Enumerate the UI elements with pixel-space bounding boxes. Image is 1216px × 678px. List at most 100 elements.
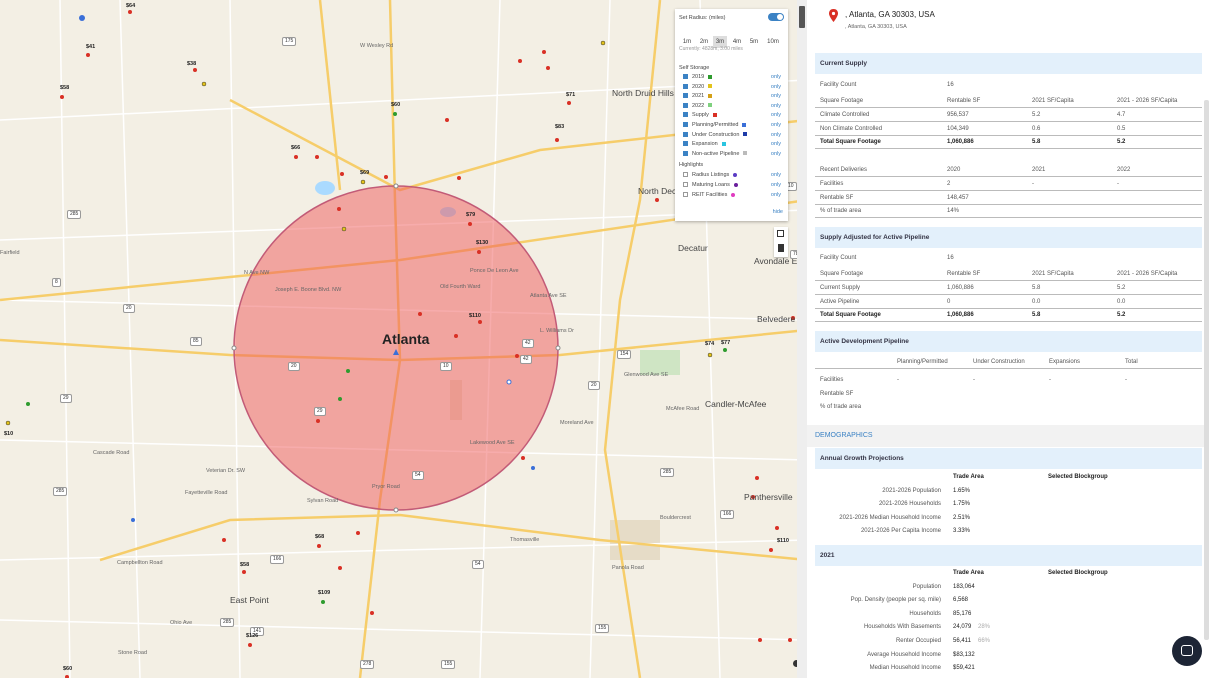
- self-storage-title: Self Storage: [679, 65, 710, 71]
- map[interactable]: Atlanta North Druid Hills North Decat De…: [0, 0, 807, 678]
- price-label: $74: [705, 341, 715, 347]
- checkbox[interactable]: [683, 112, 688, 118]
- self-storage-filter[interactable]: Supply only: [683, 111, 785, 120]
- draw-shape-icon[interactable]: [777, 230, 784, 237]
- self-storage-filter[interactable]: Expansion only: [683, 140, 785, 149]
- self-storage-filter[interactable]: 2020 only: [683, 83, 785, 92]
- only-link[interactable]: only: [771, 121, 781, 130]
- radius-toggle[interactable]: [768, 13, 784, 21]
- draw-tools: [774, 227, 788, 257]
- only-link[interactable]: only: [771, 92, 781, 101]
- checkbox[interactable]: [683, 182, 688, 188]
- route-shield: 85: [190, 337, 202, 346]
- only-link[interactable]: only: [771, 111, 781, 120]
- scrollbar[interactable]: [1204, 100, 1209, 640]
- checkbox[interactable]: [683, 131, 688, 137]
- route-shield: 20: [123, 304, 135, 313]
- table-header: Square Footage Rentable SF 2021 SF/Capita 2…: [815, 268, 1202, 281]
- demographics-section-label[interactable]: DEMOGRAPHICS: [807, 425, 1204, 447]
- table-row: Current Supply 1,060,886 5.8 5.2: [815, 282, 1202, 295]
- route-shield: 285: [220, 618, 235, 627]
- current-supply-header: Current Supply: [815, 53, 1202, 74]
- only-link[interactable]: only: [771, 191, 781, 200]
- only-link[interactable]: only: [771, 140, 781, 149]
- price-label: $79: [466, 212, 476, 218]
- table-row: Population 183,064: [912, 583, 975, 590]
- table-row: Active Pipeline 0 0.0 0.0: [815, 296, 1202, 309]
- table-row: Total Square Footage 1,060,886 5.8 5.2: [815, 309, 1202, 323]
- location-pin-icon: [829, 9, 838, 22]
- checkbox[interactable]: [683, 150, 688, 156]
- price-label: $71: [566, 92, 576, 98]
- checkbox[interactable]: [683, 192, 688, 198]
- table-row: Total Square Footage 1,060,886 5.8 5.2: [815, 136, 1202, 150]
- facility-count-row: Facility Count 16: [820, 255, 954, 261]
- route-shield: 155: [441, 660, 456, 669]
- table-header: Trade Area Selected Blockgroup: [953, 570, 1108, 576]
- table-row: % of trade area: [820, 404, 862, 411]
- price-label: $69: [360, 170, 370, 176]
- table-row: Pop. Density (people per sq. mile) 6,568: [850, 597, 969, 604]
- panel-collapse-handle[interactable]: [797, 0, 807, 678]
- self-storage-filter[interactable]: 2021 only: [683, 92, 785, 101]
- only-link[interactable]: only: [771, 73, 781, 82]
- price-label: $77: [721, 340, 731, 346]
- table-row: Households With Basements 24,079 28%: [863, 624, 991, 631]
- chat-icon: [1181, 645, 1193, 656]
- only-link[interactable]: only: [771, 181, 781, 190]
- price-label: $83: [555, 124, 565, 130]
- chat-button[interactable]: [1172, 636, 1202, 666]
- table-row: Facilities 2- -: [815, 178, 1202, 191]
- checkbox[interactable]: [683, 102, 688, 108]
- table-row: Renter Occupied 56,411 66%: [895, 638, 991, 644]
- only-link[interactable]: only: [771, 131, 781, 140]
- price-label: $38: [187, 61, 197, 67]
- table-row: Rentable SF 148,457: [815, 192, 1202, 205]
- price-label: $64: [126, 3, 136, 9]
- supply-adjusted-header: Supply Adjusted for Active Pipeline: [815, 227, 1202, 248]
- checkbox[interactable]: [683, 172, 688, 178]
- self-storage-filter[interactable]: 2019 only: [683, 73, 785, 82]
- checkbox[interactable]: [683, 74, 688, 80]
- table-row: Climate Controlled 956,537 5.2 4.7: [815, 109, 1202, 122]
- route-shield: 166: [720, 510, 735, 519]
- route-shield: 42: [522, 339, 534, 348]
- table-header: Trade Area Selected Blockgroup: [953, 474, 1108, 480]
- price-label: $109: [318, 590, 331, 596]
- price-label: $66: [291, 145, 301, 151]
- route-shield: 285: [53, 487, 68, 496]
- price-label: $41: [86, 44, 96, 50]
- highlight-filter[interactable]: REIT Facilities only: [683, 191, 785, 200]
- radius-option-10m[interactable]: 10m: [764, 36, 782, 48]
- checkbox[interactable]: [683, 83, 688, 89]
- self-storage-filter[interactable]: Planning/Permitted only: [683, 121, 785, 130]
- self-storage-filter[interactable]: 2022 only: [683, 102, 785, 111]
- only-link[interactable]: only: [771, 150, 781, 159]
- address-subtitle: , Atlanta, GA 30303, USA: [845, 24, 907, 30]
- hide-link[interactable]: hide: [773, 209, 783, 215]
- route-shield: 29: [314, 407, 326, 416]
- growth-header: Annual Growth Projections: [815, 448, 1202, 469]
- price-label: $60: [391, 102, 401, 108]
- table-header: Planning/Permitted Under Construction Expa…: [815, 356, 1202, 369]
- only-link[interactable]: only: [771, 171, 781, 180]
- route-shield: 154: [617, 350, 632, 359]
- price-label: $58: [240, 562, 250, 568]
- radius-option-5m[interactable]: 5m: [747, 36, 761, 48]
- facility-count-row: Facility Count 16: [820, 82, 954, 88]
- more-options-icon[interactable]: [799, 6, 805, 28]
- trash-icon[interactable]: [778, 244, 784, 252]
- self-storage-filter[interactable]: Non-active Pipeline only: [683, 150, 785, 159]
- route-shield: 278: [360, 660, 375, 669]
- checkbox[interactable]: [683, 122, 688, 128]
- highlight-filter[interactable]: Maturing Loans only: [683, 181, 785, 190]
- table-row: 2021-2026 Households 1.75%: [878, 501, 971, 508]
- checkbox[interactable]: [683, 93, 688, 99]
- highlight-filter[interactable]: Radius Listings only: [683, 171, 785, 180]
- highlights-title: Highlights: [679, 162, 704, 168]
- checkbox[interactable]: [683, 141, 688, 147]
- only-link[interactable]: only: [771, 102, 781, 111]
- only-link[interactable]: only: [771, 83, 781, 92]
- price-label: $68: [315, 534, 325, 540]
- self-storage-filter[interactable]: Under Construction only: [683, 131, 785, 140]
